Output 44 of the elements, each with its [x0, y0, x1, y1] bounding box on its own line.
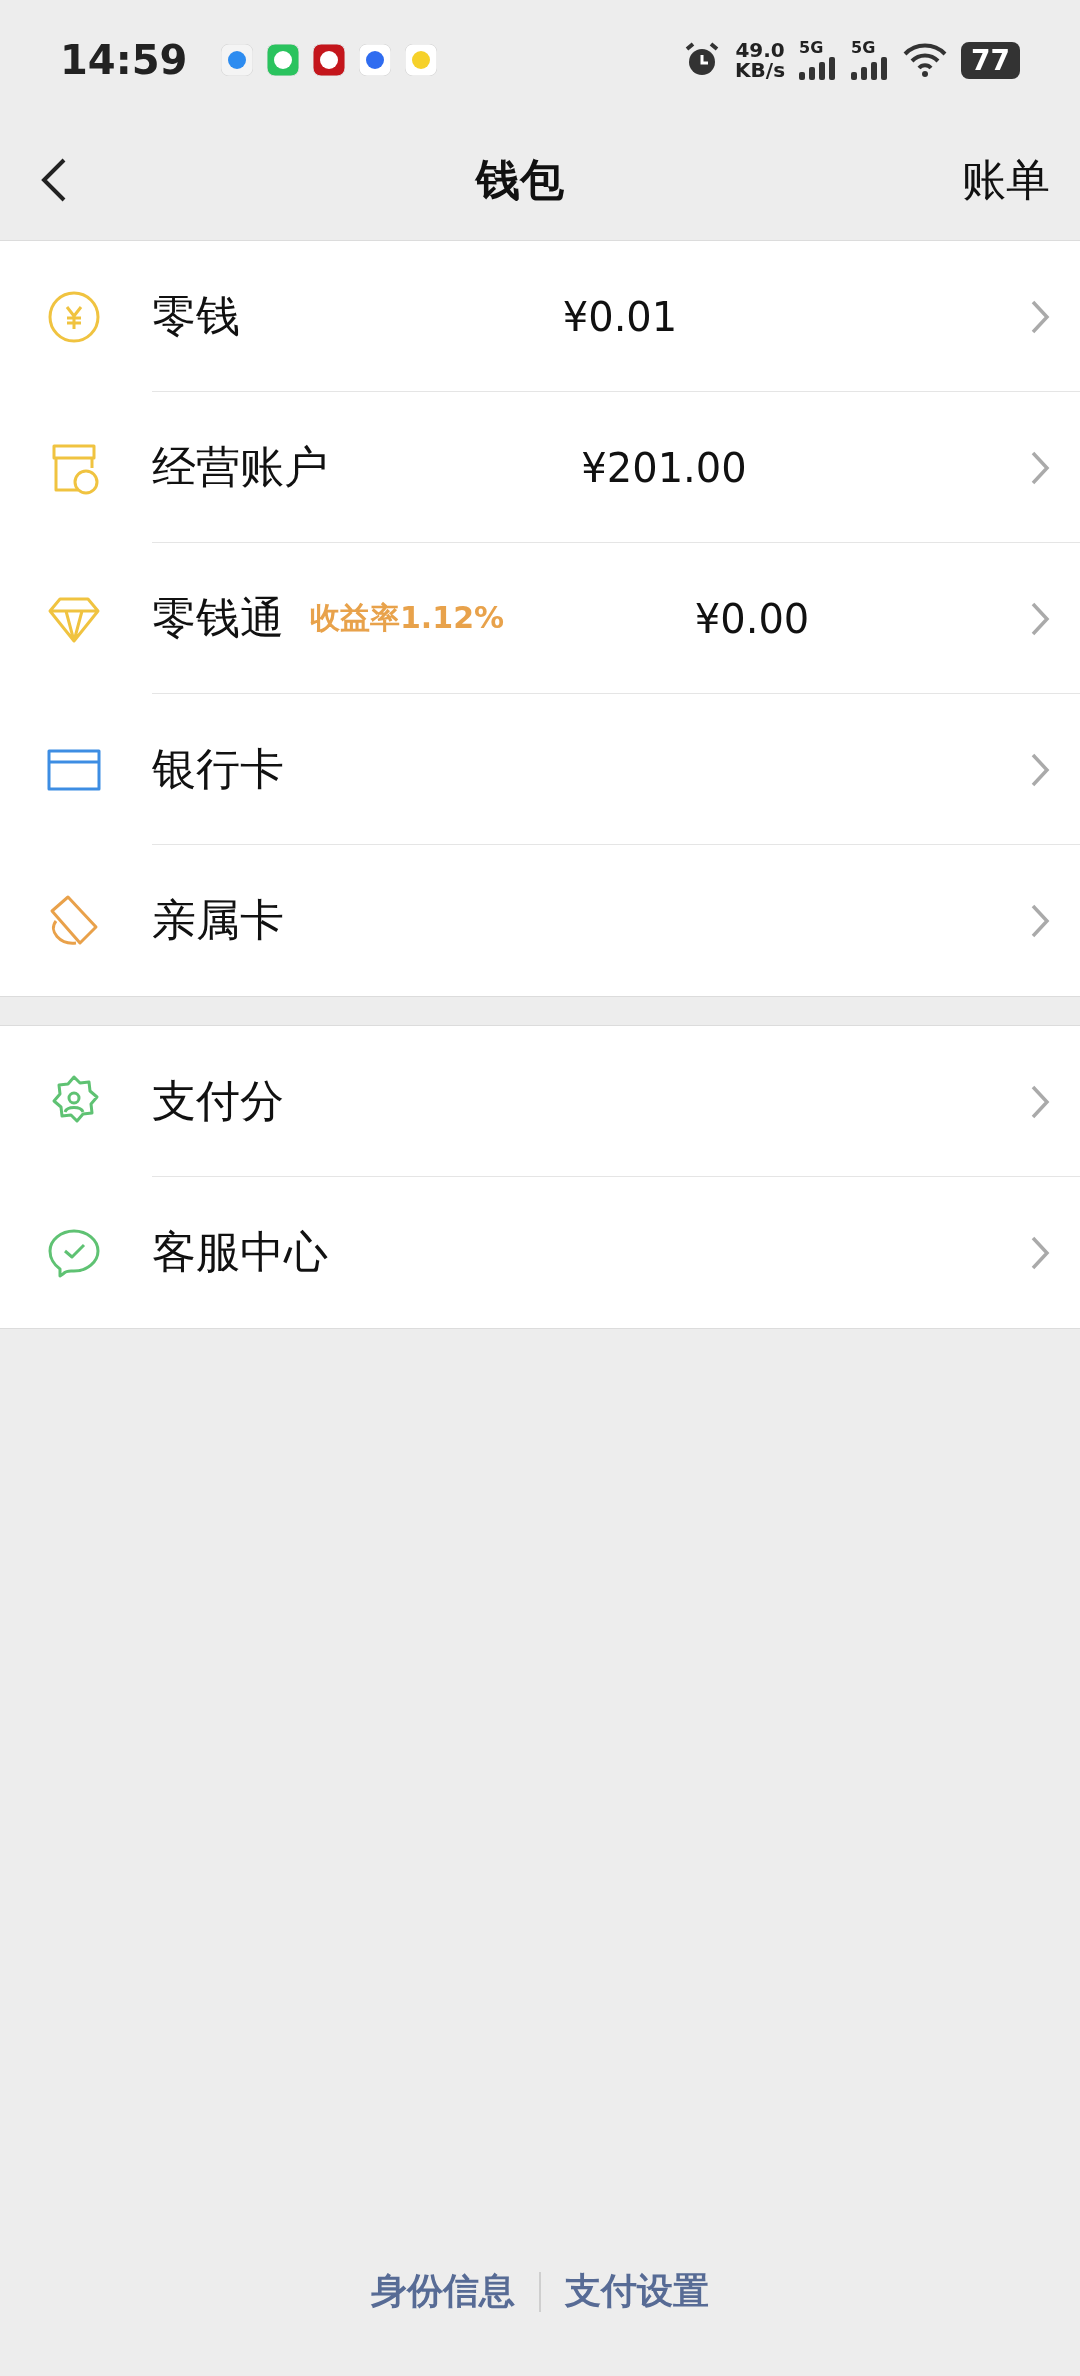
battery-level: 77	[961, 41, 1020, 79]
bill-button[interactable]: 账单	[962, 150, 1050, 210]
item-amount: ¥201.00	[581, 444, 747, 491]
menu-item[interactable]: 银行卡	[0, 694, 1080, 845]
net-speed-unit: KB/s	[735, 60, 786, 80]
item-label: 银行卡	[152, 742, 284, 796]
chevron-icon	[1030, 298, 1050, 335]
item-amount: ¥0.00	[694, 595, 810, 642]
item-label: 支付分	[152, 1074, 284, 1128]
menu-item[interactable]: 经营账户 ¥201.00	[0, 392, 1080, 543]
net-speed: 49.0	[735, 40, 785, 60]
chevron-icon	[1030, 600, 1050, 637]
page-title: 钱包	[474, 152, 565, 207]
footer-link[interactable]: 身份信息	[347, 2267, 539, 2316]
item-label: 经营账户	[152, 440, 328, 494]
item-amount: ¥0.01	[562, 293, 678, 340]
network-type: 5G	[799, 40, 824, 56]
chevron-icon	[1030, 449, 1050, 486]
network-type: 5G	[851, 40, 876, 56]
chevron-icon	[1030, 1083, 1050, 1120]
app-icon	[313, 44, 346, 76]
chevron-icon	[1030, 902, 1050, 939]
menu-item[interactable]: 支付分	[0, 1026, 1080, 1177]
item-label: 客服中心	[152, 1225, 328, 1279]
menu-item[interactable]: 客服中心	[0, 1177, 1080, 1328]
wifi-icon	[903, 42, 948, 78]
item-label: 零钱通	[152, 591, 284, 645]
chevron-icon	[1030, 1234, 1050, 1271]
status-time: 14:59	[60, 37, 188, 83]
back-icon	[40, 156, 68, 204]
app-icon	[405, 44, 438, 76]
signal-icon	[851, 56, 890, 80]
menu-item[interactable]: 零钱通 收益率1.12% ¥0.00	[0, 543, 1080, 694]
menu-item[interactable]: 亲属卡	[0, 845, 1080, 996]
item-label: 亲属卡	[152, 893, 284, 947]
chevron-icon	[1030, 751, 1050, 788]
footer-link[interactable]: 支付设置	[541, 2267, 733, 2316]
item-label: 零钱	[152, 289, 240, 343]
menu-item[interactable]: 零钱 ¥0.01	[0, 241, 1080, 392]
signal-icon	[799, 56, 838, 80]
app-icon	[267, 44, 300, 76]
app-icon	[359, 44, 392, 76]
app-icon	[221, 44, 254, 76]
yield-rate: 收益率1.12%	[310, 599, 505, 637]
